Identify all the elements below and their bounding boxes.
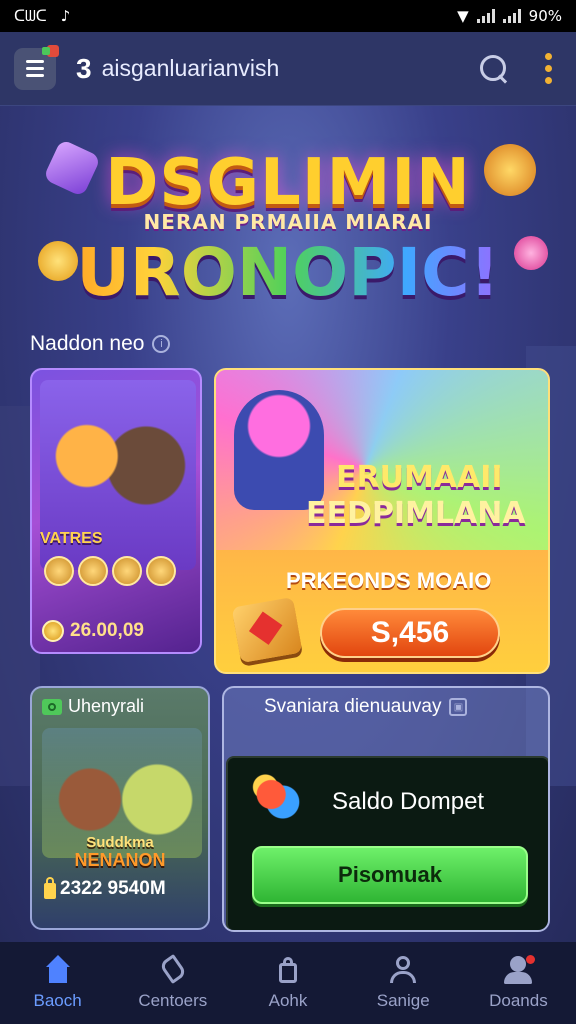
avatar (146, 556, 176, 586)
wallet-card: Svaniara dienuauvay ▣ Saldo Dompet Pisom… (222, 686, 550, 932)
nav-item-contacts[interactable]: Centoers (115, 942, 230, 1024)
info-icon[interactable]: i (152, 335, 171, 353)
card-heading: Uhenyrali (42, 696, 144, 717)
avatar (112, 556, 142, 586)
header-badge-number: 3 (76, 52, 92, 84)
carrier-label: ᑕᗯᑕ (14, 7, 47, 25)
info-icon[interactable]: ▣ (449, 698, 468, 716)
game-card-characters[interactable]: VATRES 26.00,09 (30, 368, 202, 654)
character-artwork (234, 390, 324, 510)
nav-item-label: Aohk (268, 991, 308, 1010)
battery-level: 90% (528, 7, 562, 25)
promo-title-2: EEDPIMLANA (306, 496, 526, 531)
wifi-icon: ▼ (457, 7, 469, 25)
group-icon (503, 955, 536, 985)
user-icon (388, 955, 418, 985)
section-heading: Naddon neo i (30, 332, 171, 356)
cash-icon (42, 698, 62, 715)
promo-subtitle: PRKEONDS MOAIO (286, 568, 492, 593)
card-amount: 2322 9540M (60, 878, 166, 899)
page-title: aisganluarianvish (101, 55, 280, 81)
avatar (78, 556, 108, 586)
phone-icon (158, 955, 188, 985)
promo-title: ERUMAAII (336, 460, 503, 495)
signal-icon (476, 9, 495, 23)
card-amount-row: 26.00,09 (42, 620, 144, 642)
player-avatars (44, 556, 176, 586)
game-card-promo[interactable]: ERUMAAII EEDPIMLANA PRKEONDS MOAIO S,456 (214, 368, 550, 674)
game-card-bottom-left[interactable]: Uhenyrali Suddkma NENANON 2322 9540M (30, 686, 210, 930)
notification-dot-icon (526, 955, 536, 964)
coin-icon (42, 620, 64, 642)
nav-item-profile[interactable]: Sanige (346, 942, 461, 1024)
card-title: Suddkma (86, 834, 154, 851)
shopping-bag-icon (273, 955, 303, 985)
main-content: DSGLIMIN NERAN PRMAIIA MIARAI URONOPIC! … (0, 106, 576, 942)
search-icon[interactable] (479, 54, 509, 84)
signal-icon-2 (502, 9, 521, 23)
gems-icon (248, 772, 306, 822)
home-icon (43, 955, 73, 985)
section-heading-label: Naddon neo (30, 332, 145, 355)
wallet-balance-label: Saldo Dompet (332, 788, 485, 815)
card-heading-label: Svaniara dienuauvay (264, 696, 442, 717)
app-bar: 3 aisganluarianvish (0, 32, 576, 106)
nav-item-boards[interactable]: Doands (461, 942, 576, 1024)
card-amount: 26.00,09 (70, 620, 144, 641)
card-heading: Svaniara dienuauvay ▣ (264, 696, 468, 718)
gift-box-icon (231, 597, 303, 663)
wallet-action-button[interactable]: Pisomuak (252, 846, 528, 904)
card-heading-label: Uhenyrali (68, 696, 145, 716)
status-bar: ᑕᗯᑕ ♪ ▼ 90% (0, 0, 576, 32)
price-button[interactable]: S,456 (320, 608, 500, 658)
lock-icon (44, 877, 56, 899)
bottom-navigation: Baoch Centoers Aohk Sanige Doands (0, 942, 576, 1024)
nav-item-label: Centoers (138, 991, 208, 1010)
tiktok-icon: ♪ (60, 7, 71, 25)
avatar (44, 556, 74, 586)
nav-item-label: Sanige (376, 991, 430, 1010)
nav-item-shop[interactable]: Aohk (230, 942, 345, 1024)
card-amount-row: 2322 9540M (44, 877, 166, 900)
nav-item-home[interactable]: Baoch (0, 942, 115, 1024)
menu-button[interactable] (14, 44, 59, 90)
wallet-panel: Saldo Dompet Pisomuak (226, 756, 548, 930)
more-options-icon[interactable] (545, 53, 552, 84)
card-tag: VATRES (40, 530, 103, 547)
card-subtitle: NENANON (74, 850, 166, 870)
banner-title-2: URONOPIC! (20, 234, 556, 311)
banner-title: DSGLIMIN (105, 146, 471, 220)
promo-banner[interactable]: DSGLIMIN NERAN PRMAIIA MIARAI URONOPIC! (20, 116, 556, 331)
nav-item-label: Doands (489, 991, 548, 1010)
notification-dot-icon-green (42, 46, 50, 55)
nav-item-label: Baoch (33, 991, 82, 1010)
banner-subtitle: NERAN PRMAIIA MIARAI (143, 210, 433, 234)
